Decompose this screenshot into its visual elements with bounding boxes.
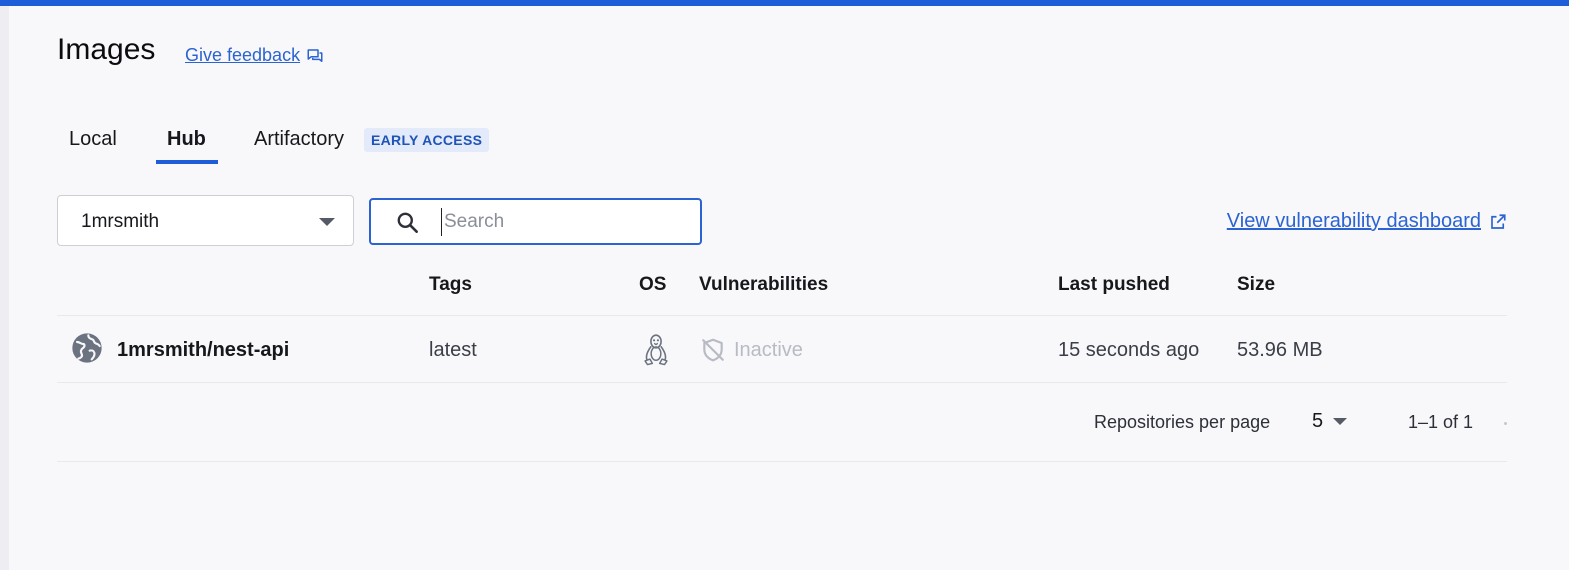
left-edge [0,6,9,570]
vulnerability-status: Inactive [700,337,803,363]
rows-per-page-label: Repositories per page [1094,412,1271,432]
last-pushed-cell: 15 seconds ago [1058,339,1200,361]
divider [57,461,1507,462]
feedback-icon [307,48,323,62]
tab-hub[interactable]: Hub [167,128,206,151]
vulnerability-status-label: Inactive [734,338,803,361]
linux-icon [644,334,668,366]
column-header-tags[interactable]: Tags [429,274,472,296]
tab-local[interactable]: Local [69,128,117,151]
column-header-last-pushed[interactable]: Last pushed [1058,274,1170,296]
pagination-edge-marker [1504,422,1507,425]
repository-name[interactable]: 1mrsmith/nest-api [117,339,289,362]
size-cell: 53.96 MB [1237,339,1323,361]
top-accent-bar [0,0,1569,6]
search-icon [397,212,418,233]
tag-cell: latest [429,339,477,361]
active-tab-indicator [156,160,218,164]
column-header-size[interactable]: Size [1237,274,1275,296]
pagination-range: 1–1 of 1 [1408,412,1474,432]
rows-per-page-select[interactable]: 5 [1312,410,1348,433]
divider [57,315,1507,316]
search-box[interactable] [369,198,702,245]
shield-off-icon [702,338,724,362]
column-header-vulnerabilities[interactable]: Vulnerabilities [699,274,828,296]
early-access-badge: EARLY ACCESS [364,128,490,152]
organization-select[interactable]: 1mrsmith [57,195,354,246]
external-link-icon [1491,213,1506,229]
column-header-os[interactable]: OS [639,274,666,296]
give-feedback-label: Give feedback [185,45,301,65]
view-vulnerability-dashboard-label: View vulnerability dashboard [1226,210,1481,232]
chevron-down-icon [1333,418,1348,425]
rows-per-page-value: 5 [1312,410,1324,432]
globe-icon [72,333,102,363]
give-feedback-link[interactable]: Give feedback [185,45,324,66]
organization-select-value: 1mrsmith [81,211,160,232]
tab-artifactory[interactable]: Artifactory [254,128,344,151]
search-input[interactable] [441,208,684,236]
page-title: Images [57,33,156,66]
view-vulnerability-dashboard-link[interactable]: View vulnerability dashboard [1227,210,1507,233]
divider [57,382,1507,383]
chevron-down-icon [319,218,335,226]
